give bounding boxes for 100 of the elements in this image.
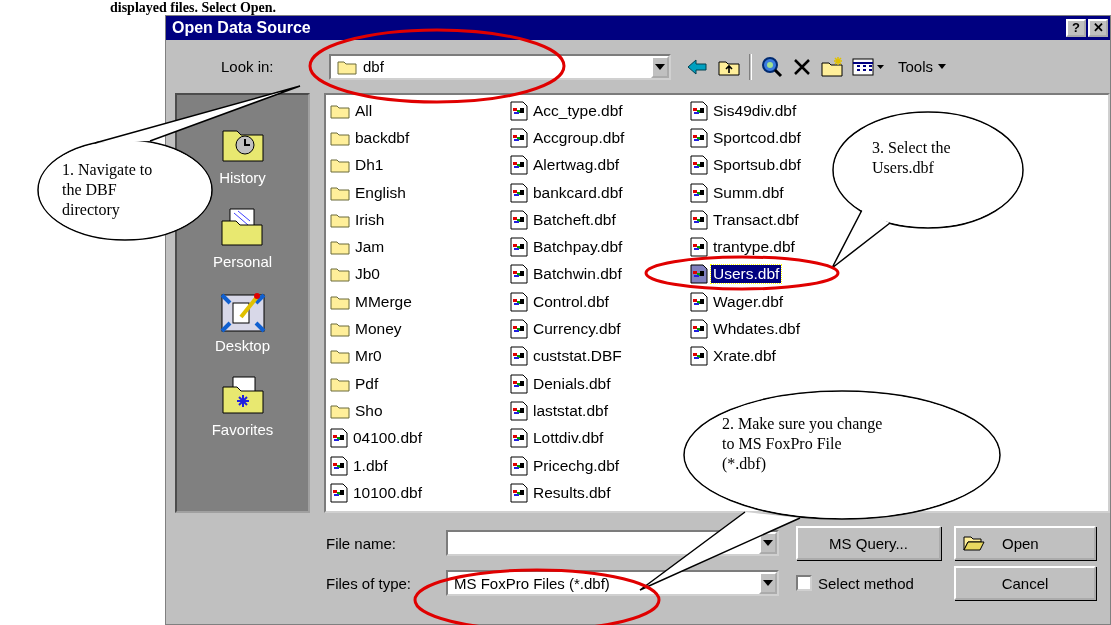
file-name[interactable]: Accgroup.dbf — [531, 128, 627, 147]
database-file-icon — [690, 209, 708, 230]
select-method-label[interactable]: Select method — [818, 574, 914, 592]
file-name[interactable]: Batcheft.dbf — [531, 210, 618, 229]
look-in-dropdown[interactable]: dbf — [329, 53, 671, 80]
caret-icon — [938, 64, 947, 69]
database-file-icon — [330, 455, 348, 476]
file-name[interactable]: Jam — [353, 238, 387, 257]
database-file-icon — [690, 237, 708, 258]
folder-icon — [337, 58, 357, 75]
folder-icon — [330, 239, 350, 256]
folder-icon — [330, 129, 350, 146]
database-file-icon — [510, 237, 528, 258]
database-file-icon — [690, 346, 708, 367]
folder-icon — [330, 402, 350, 419]
file-name[interactable]: 1.dbf — [351, 456, 390, 475]
folder-icon — [330, 184, 350, 201]
database-file-icon — [510, 264, 528, 285]
folder-icon — [330, 321, 350, 337]
database-file-icon — [510, 182, 528, 203]
close-button[interactable]: ✕ — [1088, 19, 1108, 37]
file-name[interactable]: Alertwag.dbf — [531, 156, 622, 175]
file-name[interactable]: Mr0 — [353, 347, 384, 366]
file-name[interactable]: Batchpay.dbf — [531, 238, 625, 257]
database-file-icon — [510, 155, 528, 176]
database-file-icon — [690, 100, 708, 121]
place-label[interactable]: Personal — [212, 253, 273, 270]
tools-menu[interactable]: Tools — [894, 56, 951, 77]
file-name[interactable]: bankcard.dbf — [531, 183, 625, 202]
place-label[interactable]: Favorites — [211, 421, 274, 438]
file-name[interactable]: Transact.dbf — [711, 210, 801, 229]
place-label[interactable]: Desktop — [215, 337, 270, 354]
file-name[interactable]: Summ.dbf — [711, 183, 786, 202]
caret-icon[interactable] — [763, 540, 773, 546]
database-file-icon — [690, 264, 708, 285]
file-name[interactable]: Irish — [353, 210, 387, 229]
file-name[interactable]: Sportcod.dbf — [711, 128, 803, 147]
file-name[interactable]: laststat.dbf — [531, 401, 610, 420]
files-of-type-label: Files of type: — [326, 574, 412, 592]
file-name[interactable]: Dh1 — [353, 156, 386, 175]
file-name[interactable]: Batchwin.dbf — [531, 265, 624, 284]
file-name[interactable]: trantype.dbf — [711, 238, 797, 257]
callout-text: 1. Navigate to the DBF directory — [62, 160, 154, 220]
instruction-text: displayed files. Select Open. — [109, 0, 278, 15]
views-menu-icon[interactable] — [852, 56, 886, 77]
file-name[interactable]: 04100.dbf — [351, 429, 424, 448]
delete-icon[interactable] — [792, 56, 812, 77]
file-name[interactable]: Lottdiv.dbf — [531, 429, 606, 448]
file-name[interactable]: Sportsub.dbf — [711, 156, 803, 175]
database-file-icon — [510, 373, 528, 394]
folder-icon — [330, 375, 350, 392]
caret-icon[interactable] — [763, 580, 773, 586]
new-folder-icon[interactable] — [820, 55, 844, 78]
file-name[interactable]: Denials.dbf — [531, 374, 613, 393]
files-of-type-dropdown[interactable]: MS FoxPro Files (*.dbf) — [446, 570, 779, 596]
file-name[interactable]: Currency.dbf — [531, 320, 623, 338]
database-file-icon — [510, 346, 528, 367]
database-file-icon — [510, 428, 528, 449]
file-name[interactable]: 10100.dbf — [351, 483, 424, 502]
file-name-label: File name: — [326, 534, 397, 552]
database-file-icon — [690, 319, 708, 339]
caret-icon[interactable] — [655, 63, 665, 70]
file-name[interactable]: Wager.dbf — [711, 292, 786, 311]
file-name[interactable]: Pdf — [353, 374, 381, 393]
database-file-icon — [330, 428, 348, 449]
open-button[interactable]: Open — [954, 526, 1096, 560]
file-name[interactable]: All — [353, 101, 375, 120]
file-name[interactable]: backdbf — [353, 128, 412, 147]
file-name[interactable]: Whdates.dbf — [711, 320, 803, 338]
file-name[interactable]: Users.dbf — [711, 265, 782, 284]
database-file-icon — [510, 291, 528, 312]
file-name[interactable]: Control.dbf — [531, 292, 611, 311]
file-name[interactable]: custstat.DBF — [531, 347, 624, 366]
database-file-icon — [510, 100, 528, 121]
folder-icon — [330, 102, 350, 119]
database-file-icon — [510, 455, 528, 476]
folder-icon — [330, 293, 350, 310]
database-file-icon — [690, 182, 708, 203]
checkbox[interactable] — [796, 575, 812, 591]
database-file-icon — [690, 127, 708, 148]
file-name[interactable]: English — [353, 183, 408, 202]
file-name[interactable]: Sis49div.dbf — [711, 101, 799, 120]
back-arrow-icon[interactable] — [685, 56, 709, 77]
file-name[interactable]: Sho — [353, 401, 385, 420]
file-name[interactable]: Jb0 — [353, 265, 382, 284]
ms-query-button[interactable]: MS Query... — [796, 526, 941, 560]
database-file-icon — [690, 155, 708, 176]
open-folder-icon — [962, 534, 986, 552]
file-name[interactable]: Acc_type.dbf — [531, 101, 625, 120]
search-web-icon[interactable] — [760, 55, 784, 78]
database-file-icon — [510, 127, 528, 148]
file-name[interactable]: Results.dbf — [531, 483, 613, 502]
cancel-button[interactable]: Cancel — [954, 566, 1096, 600]
help-button[interactable]: ? — [1066, 19, 1086, 37]
database-file-icon — [510, 319, 528, 339]
file-name[interactable]: MMerge — [353, 292, 414, 311]
file-name[interactable]: Pricechg.dbf — [531, 456, 622, 475]
place-label[interactable]: History — [219, 169, 266, 186]
file-name[interactable]: Money — [353, 320, 404, 338]
file-name[interactable]: Xrate.dbf — [711, 347, 778, 366]
